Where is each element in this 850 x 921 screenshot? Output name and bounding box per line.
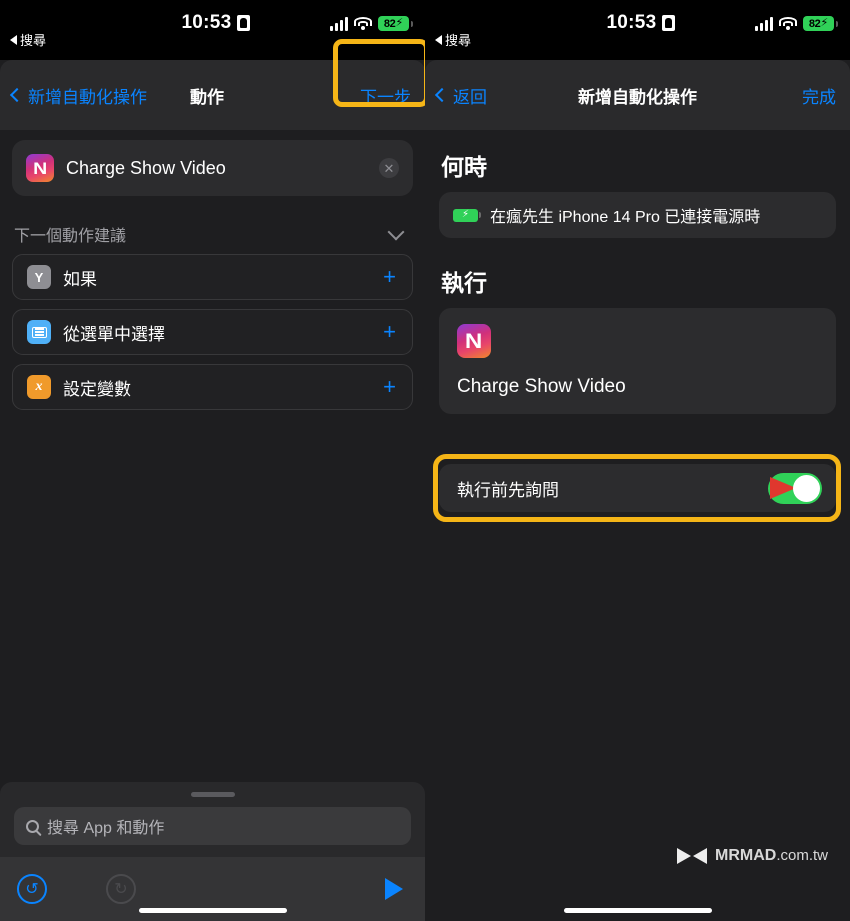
shortcut-app-icon: Ν <box>26 154 54 182</box>
watermark-domain: .com.tw <box>776 847 828 864</box>
shortcut-app-glyph: Ν <box>32 158 48 178</box>
next-step-button[interactable]: 下一步 <box>360 83 411 108</box>
back-button-right[interactable]: 返回 <box>434 83 487 108</box>
battery-percent: 82 <box>383 17 396 30</box>
suggestion-label: 如果 <box>63 269 97 289</box>
nav-bar-right: 返回 新增自動化操作 完成 <box>425 60 850 130</box>
suggestion-list: Y 如果 + 從選單中選擇 + x 設定變數 + <box>12 254 413 410</box>
back-triangle-icon <box>10 34 17 45</box>
watermark-text: MRMAD.com.tw <box>715 847 828 865</box>
search-icon <box>26 819 39 833</box>
ask-before-running-row[interactable]: 執行前先詢問 <box>439 464 836 512</box>
editor-tools: ↺ ↻ <box>0 857 425 921</box>
battery-percent: 82 <box>808 17 821 30</box>
cellular-bars-icon <box>755 17 773 31</box>
list-item[interactable]: Y 如果 + <box>12 254 413 300</box>
wifi-icon <box>354 17 372 31</box>
bottom-toolbar-left: 搜尋 App 和動作 ↺ ↻ <box>0 782 425 921</box>
shortcut-app-glyph: Ν <box>465 329 483 353</box>
back-button-left[interactable]: 新增自動化操作 <box>9 83 147 108</box>
ask-before-running-label: 執行前先詢問 <box>457 480 559 500</box>
toggle-knob <box>793 474 820 502</box>
watermark-brand: MRMAD <box>714 847 777 864</box>
add-action-button[interactable]: + <box>383 376 396 398</box>
suggestion-label: 從選單中選擇 <box>63 324 165 344</box>
suggestions-header[interactable]: 下一個動作建議 <box>12 222 413 246</box>
wifi-icon <box>779 17 797 31</box>
status-time-text: 10:53 <box>181 12 232 33</box>
charging-bolt-icon: ⚡ <box>395 17 404 29</box>
selected-action-card[interactable]: Ν Charge Show Video ✕ <box>12 140 413 196</box>
bolt-glyph: ⚡ <box>461 209 470 220</box>
add-action-button[interactable]: + <box>383 321 396 343</box>
nav-wrap-right: 返回 新增自動化操作 完成 <box>425 60 850 130</box>
dual-screenshot: 搜尋 10:53 82 ⚡ 新增自動化操作 動作 下一步 Ν Charge Sh… <box>0 0 850 921</box>
search-input[interactable]: 搜尋 App 和動作 <box>14 807 411 845</box>
trigger-card[interactable]: ⚡ 在瘋先生 iPhone 14 Pro 已連接電源時 <box>439 192 836 238</box>
suggestion-label: 設定變數 <box>63 379 131 399</box>
status-bar-left: 搜尋 10:53 82 ⚡ <box>0 0 425 60</box>
battery-icon: 82 ⚡ <box>803 16 838 31</box>
charging-bolt-icon: ⚡ <box>820 17 829 29</box>
list-item[interactable]: x 設定變數 + <box>12 364 413 410</box>
page-title-right: 新增自動化操作 <box>578 87 697 107</box>
lock-portrait-icon <box>661 15 675 31</box>
selected-action-title: Charge Show Video <box>66 157 226 178</box>
left-phone-screen: 搜尋 10:53 82 ⚡ 新增自動化操作 動作 下一步 Ν Charge Sh… <box>0 0 425 921</box>
back-label-right: 返回 <box>453 87 487 107</box>
chevron-left-icon <box>434 87 450 103</box>
search-placeholder: 搜尋 App 和動作 <box>47 820 165 837</box>
lock-portrait-icon <box>236 15 250 31</box>
nav-bar-left: 新增自動化操作 動作 下一步 <box>0 39 425 130</box>
cellular-bars-icon <box>330 17 348 31</box>
suggestions-header-label: 下一個動作建議 <box>14 228 127 245</box>
shortcut-app-icon: Ν <box>457 324 491 358</box>
status-bar-right: 搜尋 10:53 82 ⚡ <box>425 0 850 60</box>
search-sheet: 搜尋 App 和動作 <box>0 782 425 857</box>
status-indicators: 82 ⚡ <box>755 16 838 31</box>
clear-action-icon[interactable]: ✕ <box>379 158 399 178</box>
home-indicator <box>563 908 712 913</box>
trigger-text: 在瘋先生 iPhone 14 Pro 已連接電源時 <box>490 209 761 226</box>
chevron-left-icon <box>9 87 25 103</box>
battery-charging-icon: ⚡ <box>453 208 481 222</box>
home-indicator <box>138 908 287 913</box>
status-indicators: 82 ⚡ <box>330 16 413 31</box>
run-shortcut-name: Charge Show Video <box>457 376 626 397</box>
back-triangle-icon <box>435 34 442 45</box>
menu-select-icon <box>27 320 51 344</box>
battery-icon: 82 ⚡ <box>378 16 413 31</box>
ask-before-running-toggle[interactable] <box>768 472 822 504</box>
ask-before-running-section: 執行前先詢問 <box>433 454 841 522</box>
if-branch-icon: Y <box>27 265 51 289</box>
run-shortcut-card[interactable]: Ν Charge Show Video <box>439 308 836 414</box>
sheet-grabber[interactable] <box>190 792 235 797</box>
right-content: 何時 ⚡ 在瘋先生 iPhone 14 Pro 已連接電源時 執行 Ν Char… <box>425 130 850 522</box>
when-section-title: 何時 <box>441 154 487 180</box>
mrmad-bowtie-logo <box>676 847 707 865</box>
page-title-left: 動作 <box>190 87 224 107</box>
set-variable-icon: x <box>27 375 51 399</box>
right-phone-screen: 搜尋 10:53 82 ⚡ 返回 新增自動化操作 完成 何時 ⚡ 在瘋先生 iP… <box>425 0 850 921</box>
list-item[interactable]: 從選單中選擇 + <box>12 309 413 355</box>
undo-icon[interactable]: ↺ <box>17 874 47 904</box>
nav-wrap-left: 新增自動化操作 動作 下一步 <box>0 39 425 130</box>
status-time-text: 10:53 <box>606 12 657 33</box>
run-section-title: 執行 <box>441 270 487 296</box>
redo-icon: ↻ <box>106 874 136 904</box>
back-label-left: 新增自動化操作 <box>28 87 147 107</box>
chevron-down-icon[interactable] <box>387 223 405 240</box>
watermark: MRMAD.com.tw <box>676 847 828 865</box>
add-action-button[interactable]: + <box>383 266 396 288</box>
done-button[interactable]: 完成 <box>802 83 836 108</box>
left-content: Ν Charge Show Video ✕ 下一個動作建議 Y 如果 + 從選單… <box>0 130 425 410</box>
play-icon[interactable] <box>385 878 403 900</box>
